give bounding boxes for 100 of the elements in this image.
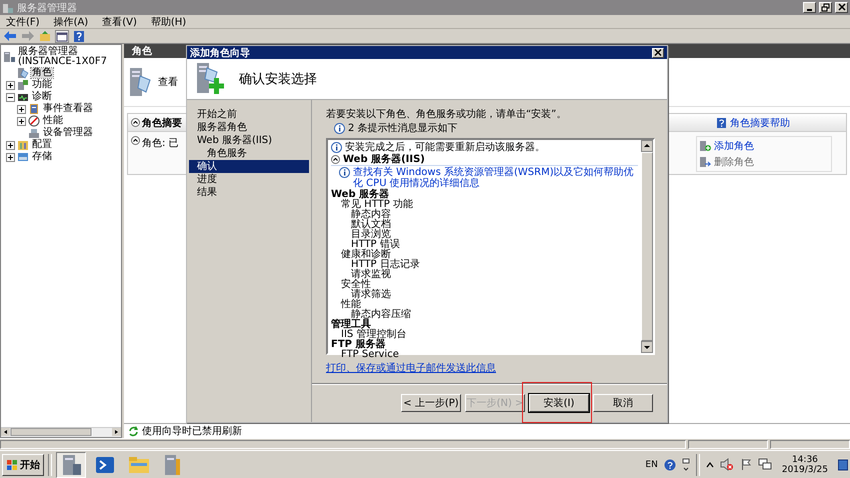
collapse-icon[interactable] — [331, 155, 340, 164]
summary-item: 请求监视 — [351, 269, 391, 280]
device-icon — [28, 127, 40, 139]
book-icon — [28, 103, 40, 115]
wizard-step[interactable]: 进度 — [189, 173, 309, 186]
scroll-down-icon[interactable] — [641, 341, 653, 353]
collapse-icon[interactable] — [6, 92, 15, 102]
scrollbar-thumb[interactable] — [641, 152, 653, 341]
section-title: 角色摘要 — [142, 116, 182, 130]
wizard-step[interactable]: 结果 — [189, 186, 309, 199]
keyboard-options-icon[interactable] — [682, 458, 690, 472]
server-icon — [3, 51, 15, 63]
summary-item: 静态内容 — [351, 209, 391, 220]
server-tag-icon — [128, 66, 152, 98]
window-title: 服务器管理器 — [17, 2, 78, 14]
language-indicator[interactable]: EN — [645, 460, 658, 470]
summary-item: 健康和诊断 — [341, 249, 391, 260]
scroll-up-icon[interactable] — [641, 140, 653, 152]
toolbox-icon — [17, 139, 29, 151]
refresh-icon — [128, 426, 139, 436]
flag-icon[interactable] — [740, 458, 752, 471]
windows-logo-icon[interactable] — [6, 458, 18, 470]
menu-item[interactable]: 帮助(H) — [150, 14, 186, 28]
info-icon — [339, 167, 350, 178]
tree-item[interactable]: 事件查看器 — [42, 104, 94, 114]
status-notice: 使用向导时已禁用刷新 — [142, 424, 242, 438]
tree-item[interactable]: 存储 — [31, 152, 53, 162]
help-icon[interactable] — [716, 116, 727, 128]
pane-toggle-icon[interactable] — [55, 30, 69, 42]
speaker-muted-icon[interactable] — [720, 458, 734, 471]
server-add-icon — [195, 62, 227, 96]
instruction-text: 若要安装以下角色、角色服务或功能，请单击“安装”。 — [326, 108, 568, 121]
wizard-step[interactable]: 确认 — [189, 160, 309, 173]
wizard-step[interactable]: 角色服务 — [189, 147, 309, 160]
clock[interactable]: 14:36 2019/3/25 — [778, 454, 832, 474]
summary-item: 静态内容压缩 — [351, 309, 411, 320]
menu-item[interactable]: 操作(A) — [54, 14, 88, 28]
wizard-step[interactable]: 服务器角色 — [189, 121, 309, 134]
message-count: 2 条提示性消息显示如下 — [348, 122, 458, 135]
tree-item[interactable]: 性能 — [42, 116, 64, 126]
tree-item[interactable]: 功能 — [31, 80, 53, 90]
help-icon[interactable] — [73, 30, 85, 42]
info-icon — [334, 123, 345, 134]
summary-item: 性能 — [341, 299, 361, 310]
tree-item[interactable]: 服务器管理器 (INSTANCE-1X0F7 — [17, 47, 114, 67]
back-arrow-icon[interactable] — [3, 30, 17, 42]
action-link[interactable]: 添加角色 — [714, 139, 754, 153]
server-icon — [2, 2, 14, 14]
start-button[interactable]: 开始 — [2, 454, 44, 476]
roles-label: 角色: 已 — [142, 137, 179, 151]
summary-item: HTTP 错误 — [351, 239, 400, 250]
summary-item: 常见 HTTP 功能 — [341, 199, 413, 210]
tree-item[interactable]: 设备管理器 — [42, 128, 94, 138]
collapse-icon[interactable] — [131, 136, 140, 145]
summary-item: 请求筛选 — [351, 289, 391, 300]
show-desktop-icon[interactable] — [838, 458, 848, 472]
info-message: 安装完成之后，可能需要重新启动该服务器。 — [345, 142, 545, 153]
wizard-button[interactable]: 安装(I) — [529, 394, 589, 412]
network-icon[interactable] — [758, 458, 772, 471]
show-hidden-icon[interactable] — [706, 460, 714, 468]
info-icon — [331, 142, 342, 153]
summary-item: IIS 管理控制台 — [341, 329, 406, 340]
expand-icon[interactable] — [6, 80, 15, 90]
help-link[interactable]: 角色摘要帮助 — [730, 116, 790, 130]
pane-title: 角色 — [132, 44, 152, 58]
summary-item: Web 服务器 — [331, 189, 390, 200]
summary-item: 默认文档 — [351, 219, 391, 230]
menu-item[interactable]: 文件(F) — [6, 14, 40, 28]
wizard-button[interactable]: < 上一步(P) — [401, 394, 461, 412]
summary-item: FTP Service — [341, 349, 399, 360]
expand-icon[interactable] — [17, 104, 26, 114]
tree-item[interactable]: 角色 — [31, 68, 53, 78]
server-tag-icon — [17, 67, 29, 79]
wizard-step[interactable]: 开始之前 — [189, 108, 309, 121]
summary-item: HTTP 日志记录 — [351, 259, 420, 270]
remove-role-icon — [699, 156, 711, 168]
section-title: Web 服务器(IIS) — [343, 154, 425, 165]
dialog-heading: 确认安装选择 — [239, 71, 317, 88]
gauge-icon — [28, 115, 40, 127]
menu-item[interactable]: 查看(V) — [102, 14, 137, 28]
summary-item: 目录浏览 — [351, 229, 391, 240]
add-role-icon — [699, 140, 711, 152]
tree-item[interactable]: 配置 — [31, 140, 53, 150]
summary-item: FTP 服务器 — [331, 339, 386, 350]
summary-item: 管理工具 — [331, 319, 371, 330]
summary-item: 安全性 — [341, 279, 371, 290]
expand-icon[interactable] — [17, 116, 26, 126]
wizard-button[interactable]: 取消 — [593, 394, 653, 412]
expand-icon[interactable] — [6, 140, 15, 150]
expand-icon[interactable] — [6, 152, 15, 162]
monitor-graph-icon — [17, 91, 29, 103]
help-icon[interactable] — [664, 458, 676, 470]
wizard-step[interactable]: Web 服务器(IIS) — [189, 134, 309, 147]
tree-item[interactable]: 诊断 — [31, 92, 53, 102]
intro-text: 查看 — [158, 76, 178, 89]
server-box-icon — [17, 79, 29, 91]
print-link[interactable]: 打印、保存或通过电子邮件发送此信息 — [326, 361, 496, 375]
dialog-title: 添加角色向导 — [190, 46, 251, 60]
info-link[interactable]: 查找有关 Windows 系统资源管理器(WSRM)以及它如何帮助优化 CPU 使用情况的详细信息 — [353, 167, 638, 189]
collapse-icon[interactable] — [131, 118, 140, 127]
